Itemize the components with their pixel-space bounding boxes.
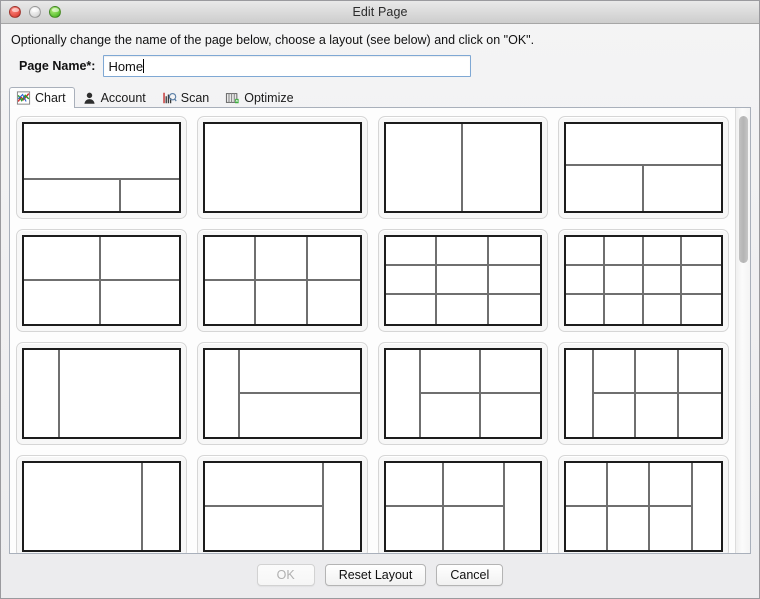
- tab-chart[interactable]: Chart: [9, 87, 75, 108]
- layout-option-6[interactable]: [197, 229, 368, 332]
- account-icon: [82, 91, 97, 105]
- optimize-icon: [225, 91, 240, 105]
- layout-option-13[interactable]: [16, 455, 187, 553]
- layout-option-9[interactable]: [16, 342, 187, 445]
- scan-icon: [162, 91, 177, 105]
- minimize-button[interactable]: [29, 6, 41, 18]
- tab-scan-label: Scan: [181, 91, 210, 105]
- ok-button[interactable]: OK: [257, 564, 315, 586]
- layout-tab-pane: Chart Account Scan: [9, 85, 751, 554]
- tab-scan[interactable]: Scan: [155, 87, 219, 108]
- window-title: Edit Page: [1, 5, 759, 19]
- layout-option-4[interactable]: [558, 116, 729, 219]
- tab-strip: Chart Account Scan: [9, 85, 751, 107]
- layout-option-12[interactable]: [558, 342, 729, 445]
- page-name-label: Page Name*:: [19, 59, 95, 73]
- window-controls: [9, 6, 61, 18]
- page-name-input[interactable]: Home: [103, 55, 471, 77]
- tab-content-panel: [9, 107, 751, 554]
- layout-scrollbar[interactable]: [735, 108, 750, 553]
- reset-layout-button[interactable]: Reset Layout: [325, 564, 427, 586]
- tab-optimize[interactable]: Optimize: [218, 87, 302, 108]
- layout-option-16[interactable]: [558, 455, 729, 553]
- dialog-button-bar: OK Reset Layout Cancel: [1, 554, 759, 598]
- layout-option-7[interactable]: [378, 229, 549, 332]
- tab-account[interactable]: Account: [75, 87, 155, 108]
- scrollbar-thumb[interactable]: [739, 116, 748, 263]
- reset-layout-button-label: Reset Layout: [339, 568, 413, 582]
- layout-option-15[interactable]: [378, 455, 549, 553]
- layout-option-1[interactable]: [16, 116, 187, 219]
- window-titlebar: Edit Page: [1, 1, 759, 24]
- layout-option-3[interactable]: [378, 116, 549, 219]
- layout-thumbnail-grid: [16, 116, 729, 553]
- tab-chart-label: Chart: [35, 91, 66, 105]
- layout-option-11[interactable]: [378, 342, 549, 445]
- close-button[interactable]: [9, 6, 21, 18]
- layout-option-8[interactable]: [558, 229, 729, 332]
- layout-option-10[interactable]: [197, 342, 368, 445]
- cancel-button[interactable]: Cancel: [436, 564, 503, 586]
- chart-icon: [16, 91, 31, 105]
- tab-account-label: Account: [101, 91, 146, 105]
- text-caret: [143, 59, 144, 73]
- edit-page-window: Edit Page Optionally change the name of …: [0, 0, 760, 599]
- layout-option-2[interactable]: [197, 116, 368, 219]
- page-name-row: Page Name*: Home: [1, 51, 759, 85]
- layout-option-14[interactable]: [197, 455, 368, 553]
- ok-button-label: OK: [277, 568, 295, 582]
- page-name-value: Home: [108, 59, 143, 74]
- layout-option-5[interactable]: [16, 229, 187, 332]
- instruction-text: Optionally change the name of the page b…: [1, 24, 759, 51]
- tab-optimize-label: Optimize: [244, 91, 293, 105]
- zoom-button[interactable]: [49, 6, 61, 18]
- layout-thumbnail-scroll-area: [10, 108, 735, 553]
- cancel-button-label: Cancel: [450, 568, 489, 582]
